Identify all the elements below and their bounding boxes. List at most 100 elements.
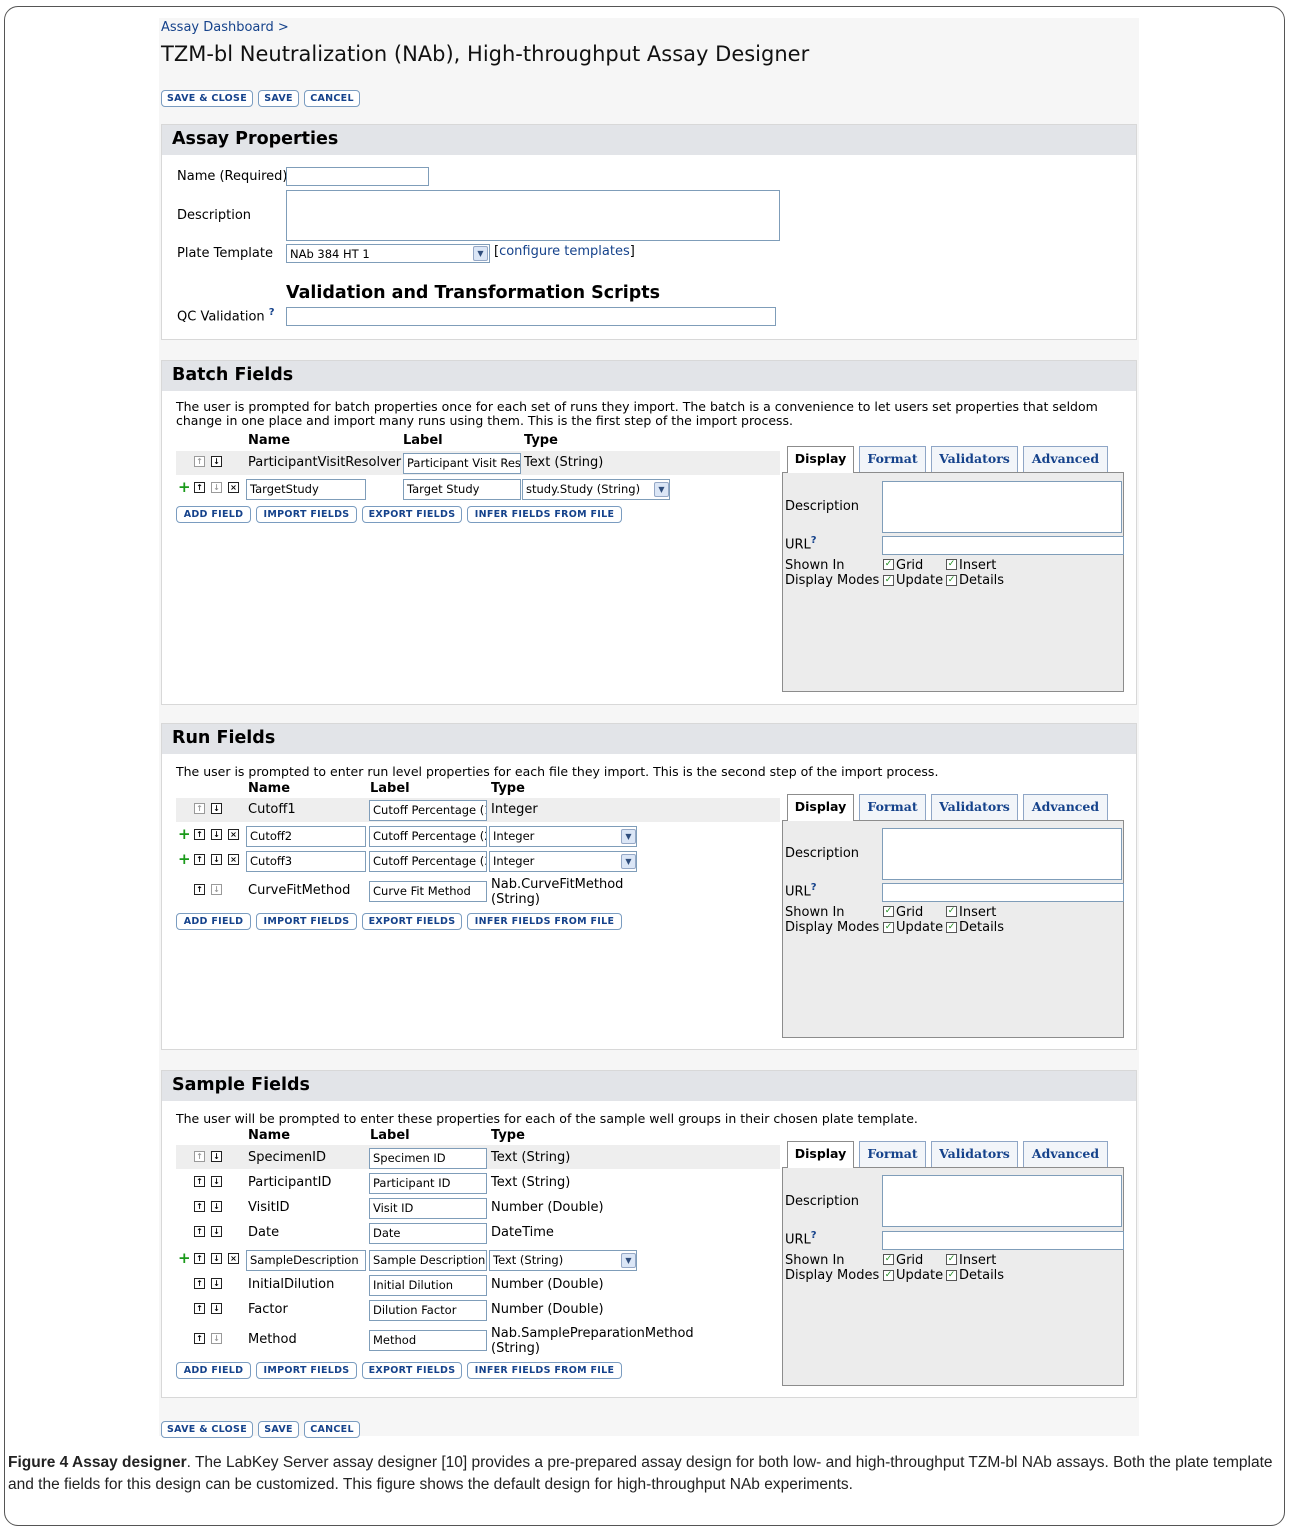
move-up-icon[interactable]: ↑ [194,1278,205,1289]
cancel-button[interactable]: CANCEL [304,1421,360,1438]
add-icon[interactable]: + [178,1251,191,1266]
move-up-icon[interactable]: ↑ [194,884,205,895]
move-up-icon[interactable]: ↑ [194,829,205,840]
add-field-button[interactable]: ADD FIELD [176,1362,251,1379]
tab-advanced[interactable]: Advanced [1023,794,1108,820]
grid-checkbox[interactable]: ✓ [883,559,894,570]
field-name-input[interactable]: Cutoff2 [246,826,366,847]
field-label-input[interactable]: Target Study [403,479,521,500]
move-down-icon[interactable]: ↓ [211,456,222,467]
move-up-icon[interactable]: ↑ [194,1333,205,1344]
breadcrumb[interactable]: Assay Dashboard > [161,20,289,35]
tab-validators[interactable]: Validators [931,446,1018,472]
help-icon[interactable]: ? [811,882,817,893]
field-label-input[interactable]: Curve Fit Method [369,881,487,902]
move-up-icon[interactable]: ↑ [194,854,205,865]
grid-checkbox[interactable]: ✓ [883,1254,894,1265]
move-down-icon[interactable]: ↓ [211,1151,222,1162]
field-type-select[interactable]: Integer [489,826,637,847]
description-textarea[interactable] [286,190,780,241]
field-type-select[interactable]: Text (String) [489,1250,637,1271]
delete-icon[interactable]: × [228,829,239,840]
save-button[interactable]: SAVE [258,1421,299,1438]
move-up-icon[interactable]: ↑ [194,1226,205,1237]
add-field-button[interactable]: ADD FIELD [176,913,251,930]
tab-advanced[interactable]: Advanced [1023,1141,1108,1167]
insert-checkbox[interactable]: ✓ [946,906,957,917]
move-down-icon[interactable]: ↓ [211,803,222,814]
grid-checkbox[interactable]: ✓ [883,906,894,917]
tab-display[interactable]: Display [787,446,854,473]
tab-validators[interactable]: Validators [931,794,1018,820]
details-checkbox[interactable]: ✓ [946,1270,957,1281]
tab-format[interactable]: Format [859,794,926,820]
panel-url-input[interactable] [882,536,1124,555]
name-input[interactable] [286,167,429,186]
field-label-input[interactable]: Specimen ID [369,1148,487,1169]
move-up-icon[interactable]: ↑ [194,1151,205,1162]
field-type-select[interactable]: Integer [489,851,637,872]
details-checkbox[interactable]: ✓ [946,575,957,586]
infer-fields-button[interactable]: INFER FIELDS FROM FILE [467,913,622,930]
add-icon[interactable]: + [178,480,191,495]
tab-display[interactable]: Display [787,1141,854,1168]
details-checkbox[interactable]: ✓ [946,922,957,933]
add-icon[interactable]: + [178,827,191,842]
import-fields-button[interactable]: IMPORT FIELDS [256,913,357,930]
field-label-input[interactable]: Sample Description [369,1250,487,1271]
field-name-input[interactable]: SampleDescription [246,1250,366,1271]
field-label-input[interactable]: Visit ID [369,1198,487,1219]
chevron-down-icon[interactable]: ▼ [621,854,636,869]
chevron-down-icon[interactable]: ▼ [654,482,669,497]
move-up-icon[interactable]: ↑ [194,1201,205,1212]
delete-icon[interactable]: × [228,482,239,493]
field-type-select[interactable]: study.Study (String) [522,479,670,500]
add-field-button[interactable]: ADD FIELD [176,506,251,523]
configure-templates-link-wrap[interactable]: [configure templates] [494,244,635,259]
save-close-button[interactable]: SAVE & CLOSE [161,1421,253,1438]
move-down-icon[interactable]: ↓ [211,1278,222,1289]
export-fields-button[interactable]: EXPORT FIELDS [362,913,462,930]
update-checkbox[interactable]: ✓ [883,1270,894,1281]
move-down-icon[interactable]: ↓ [211,1333,222,1344]
panel-description-input[interactable] [882,481,1122,533]
infer-fields-button[interactable]: INFER FIELDS FROM FILE [467,1362,622,1379]
export-fields-button[interactable]: EXPORT FIELDS [362,1362,462,1379]
chevron-down-icon[interactable]: ▼ [621,1253,636,1268]
move-down-icon[interactable]: ↓ [211,1201,222,1212]
configure-templates-link[interactable]: configure templates [499,244,630,259]
field-label-input[interactable]: Participant ID [369,1173,487,1194]
update-checkbox[interactable]: ✓ [883,922,894,933]
panel-url-input[interactable] [882,1231,1124,1250]
panel-description-input[interactable] [882,1175,1122,1227]
move-down-icon[interactable]: ↓ [211,884,222,895]
help-icon[interactable]: ? [811,535,817,546]
chevron-down-icon[interactable]: ▼ [473,246,488,261]
field-name-input[interactable]: Cutoff3 [246,851,366,872]
move-up-icon[interactable]: ↑ [194,1253,205,1264]
chevron-down-icon[interactable]: ▼ [621,829,636,844]
move-down-icon[interactable]: ↓ [211,1303,222,1314]
import-fields-button[interactable]: IMPORT FIELDS [256,506,357,523]
move-up-icon[interactable]: ↑ [194,1176,205,1187]
move-down-icon[interactable]: ↓ [211,854,222,865]
tab-display[interactable]: Display [787,794,854,821]
insert-checkbox[interactable]: ✓ [946,1254,957,1265]
tab-format[interactable]: Format [859,446,926,472]
field-label-input[interactable]: Cutoff Percentage (1 [369,800,487,821]
field-name-input[interactable]: TargetStudy [246,479,366,500]
move-up-icon[interactable]: ↑ [194,482,205,493]
field-label-input[interactable]: Date [369,1223,487,1244]
add-icon[interactable]: + [178,852,191,867]
move-down-icon[interactable]: ↓ [211,482,222,493]
tab-validators[interactable]: Validators [931,1141,1018,1167]
field-label-input[interactable]: Cutoff Percentage (3 [369,851,487,872]
move-down-icon[interactable]: ↓ [211,1226,222,1237]
field-label-input[interactable]: Initial Dilution [369,1275,487,1296]
cancel-button[interactable]: CANCEL [304,90,360,107]
delete-icon[interactable]: × [228,1253,239,1264]
export-fields-button[interactable]: EXPORT FIELDS [362,506,462,523]
panel-description-input[interactable] [882,828,1122,880]
import-fields-button[interactable]: IMPORT FIELDS [256,1362,357,1379]
move-up-icon[interactable]: ↑ [194,456,205,467]
